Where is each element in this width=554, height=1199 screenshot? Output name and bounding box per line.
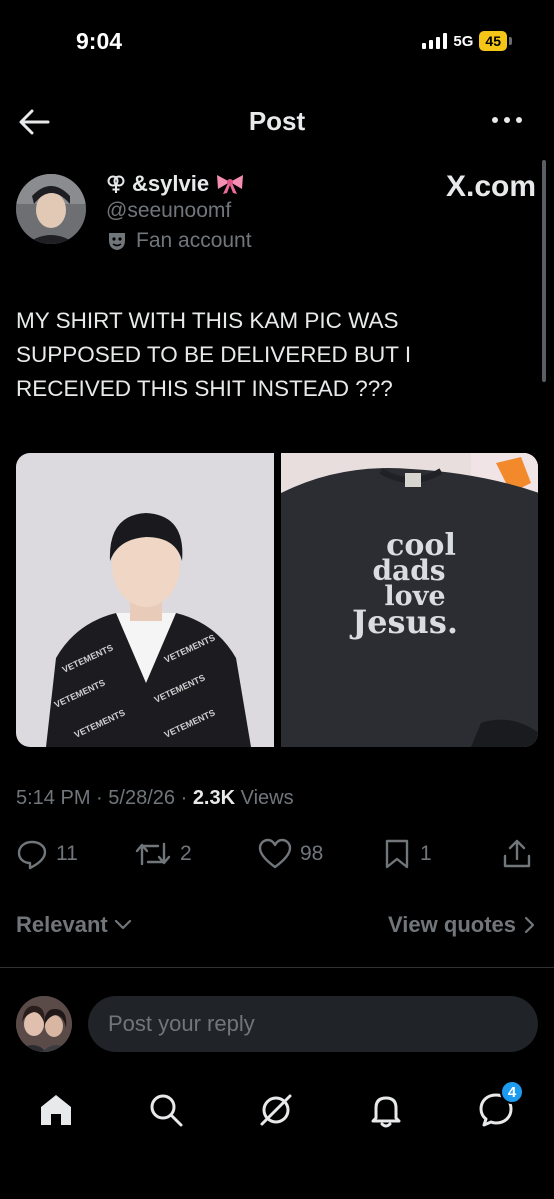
photo-shirt[interactable]: cool dads love Jesus. [280, 453, 538, 747]
post-time: 5:14 PM [16, 787, 91, 809]
bookmark-button[interactable]: 1 [382, 838, 432, 870]
search-icon [150, 1094, 183, 1127]
repost-icon [135, 842, 171, 866]
reply-count: 11 [56, 842, 78, 865]
x-logo: X.com [445, 170, 536, 203]
repost-button[interactable]: 2 [134, 838, 192, 870]
messages-badge: 4 [500, 1080, 524, 1104]
post-meta: 5:14 PM · 5/28/26 · 2.3K Views [16, 787, 294, 810]
view-quotes-link[interactable]: View quotes [388, 912, 536, 938]
sort-label: Relevant [16, 912, 108, 937]
bookmark-count: 1 [420, 842, 432, 865]
battery-icon: 45 [479, 31, 507, 51]
ribbon-bow-icon [217, 175, 244, 194]
meta-separator: · [96, 787, 103, 809]
home-icon [41, 1095, 71, 1125]
author-handle[interactable]: @seeunoomf [106, 199, 252, 223]
heart-icon [258, 838, 292, 869]
replies-sort-row: Relevant View quotes [16, 910, 536, 946]
post-header: Post [0, 96, 554, 148]
share-icon [503, 839, 531, 868]
reply-icon [17, 840, 47, 870]
share-button[interactable] [502, 838, 532, 870]
bottom-tab-bar: 4 [0, 1080, 554, 1140]
divider [0, 967, 554, 968]
battery-tip [509, 37, 512, 45]
reply-button[interactable]: 11 [16, 838, 78, 870]
tab-notifications[interactable] [364, 1088, 408, 1132]
views-count: 2.3K [192, 787, 236, 809]
author-display-name[interactable]: &sylvie [106, 170, 252, 198]
page-title: Post [248, 106, 306, 136]
scrollbar[interactable] [542, 160, 546, 382]
post-media[interactable]: VETEMENTS VETEMENTS VETEMENTS VETEMENTS … [16, 453, 538, 747]
gender-symbol-icon [107, 175, 125, 193]
chevron-down-icon [114, 919, 131, 930]
display-name-text: &sylvie [132, 171, 210, 196]
fan-account-label: Fan account [136, 229, 252, 252]
post-date: 5/28/26 [108, 787, 176, 809]
reply-composer [16, 994, 538, 1054]
like-button[interactable]: 98 [258, 838, 323, 870]
repost-count: 2 [180, 842, 192, 865]
signal-icon [422, 33, 448, 49]
author-avatar[interactable] [16, 174, 86, 244]
network-label: 5G [453, 32, 474, 50]
meta-separator: · [180, 787, 188, 809]
views-label: Views [240, 787, 294, 809]
like-count: 98 [300, 842, 324, 865]
account-label-row: Fan account [106, 229, 252, 253]
status-time: 9:04 [76, 28, 123, 54]
view-quotes-label: View quotes [388, 912, 516, 937]
bell-icon [371, 1096, 401, 1128]
sort-relevant-dropdown[interactable]: Relevant [16, 912, 132, 938]
tab-messages[interactable]: 4 [474, 1080, 524, 1132]
post-actions: 11 2 98 1 [16, 838, 536, 878]
theater-mask-icon [109, 233, 125, 250]
tab-home[interactable] [34, 1088, 78, 1132]
status-indicators: 5G 45 [422, 31, 512, 51]
photo-person[interactable]: VETEMENTS VETEMENTS VETEMENTS VETEMENTS … [16, 453, 274, 747]
more-options-icon[interactable] [490, 108, 524, 132]
shirt-word-jesus: Jesus. [349, 603, 458, 641]
reply-input[interactable] [88, 996, 538, 1052]
status-bar: 9:04 5G 45 [0, 0, 554, 84]
author-names: &sylvie @seeunoomf Fan account [106, 170, 252, 253]
grok-icon [260, 1094, 292, 1126]
chevron-right-icon [524, 916, 535, 934]
tab-grok[interactable] [254, 1088, 298, 1132]
tab-search[interactable] [144, 1088, 188, 1132]
post-text: MY SHIRT WITH THIS KAM PIC WAS SUPPOSED … [16, 308, 412, 401]
bookmark-icon [385, 839, 409, 869]
post-author: &sylvie @seeunoomf Fan account X.com [16, 170, 536, 270]
current-user-avatar[interactable] [16, 996, 72, 1052]
